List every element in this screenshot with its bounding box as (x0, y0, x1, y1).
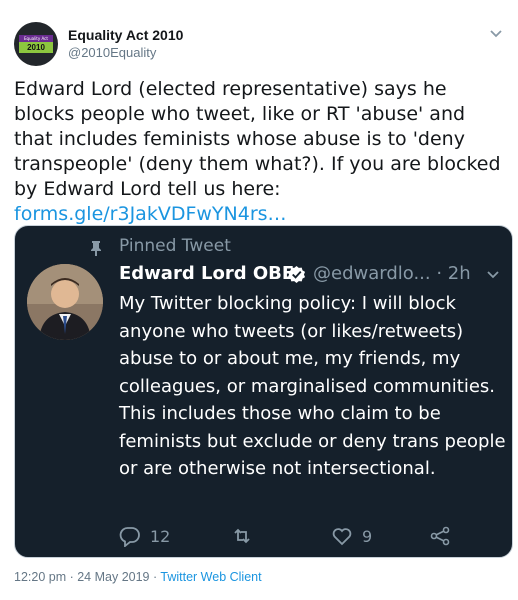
embedded-author-name: Edward Lord OBE (119, 263, 295, 284)
tweet-card: Equality Act 2010 Equality Act 2010 @201… (0, 0, 518, 600)
embedded-reply: 12 (119, 525, 170, 547)
tweet-footer: 12:20 pm · 24 May 2019 · Twitter Web Cli… (14, 570, 262, 584)
chevron-down-icon (487, 271, 499, 279)
embedded-handle-time: @edwardlo... · 2h (313, 263, 471, 284)
embedded-share (429, 525, 451, 547)
timestamp[interactable]: 12:20 pm · 24 May 2019 · (14, 570, 160, 584)
embedded-tweet-text: My Twitter blocking policy: I will block… (119, 293, 506, 479)
pin-icon (91, 241, 101, 256)
heart-icon (332, 528, 352, 546)
reply-count: 12 (150, 526, 171, 546)
embedded-like: 9 (331, 525, 372, 547)
retweet-icon (234, 528, 250, 544)
like-count: 9 (362, 526, 373, 546)
client-link[interactable]: Twitter Web Client (160, 570, 261, 584)
author-name[interactable]: Equality Act 2010 (68, 27, 183, 43)
pinned-label: Pinned Tweet (119, 236, 231, 256)
verified-badge-icon (287, 265, 306, 284)
share-icon (430, 526, 450, 546)
tweet-text: Edward Lord (elected representative) say… (14, 78, 501, 225)
author-avatar[interactable]: Equality Act 2010 (14, 22, 58, 66)
embedded-tweet-image[interactable]: Pinned Tweet Edward Lord OBE @edwardlo..… (14, 225, 513, 558)
avatar-logo: Equality Act 2010 (19, 35, 53, 53)
chevron-down-icon[interactable] (488, 28, 504, 40)
author-handle[interactable]: @2010Equality (68, 45, 156, 60)
tweet-link[interactable]: forms.gle/r3JakVDFwYN4rs… (14, 203, 287, 225)
reply-icon (119, 527, 140, 547)
embedded-action-bar: 12 9 (119, 525, 499, 551)
embedded-avatar (27, 264, 103, 340)
embedded-retweet (231, 525, 253, 547)
